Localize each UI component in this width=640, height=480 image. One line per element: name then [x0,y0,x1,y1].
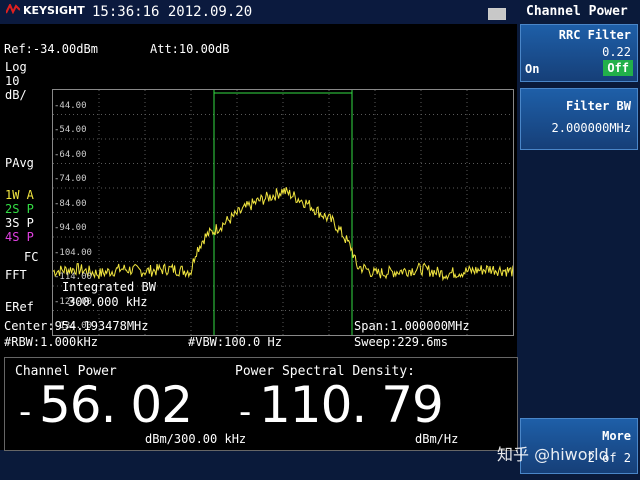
trace-4-label: 4S P [5,230,34,244]
attenuation: Att:10.00dB [150,42,230,56]
trace-1-label: 1W A [5,188,34,202]
datetime: 15:36:16 2012.09.20 [92,4,253,20]
vbw: #VBW:100.0 Hz [188,335,282,349]
integrated-bw-value: 300.000 kHz [68,295,148,309]
center-freq: Center:954.193478MHz [4,319,149,333]
eref-label: ERef [5,300,34,314]
panel-title: Channel Power [526,4,628,19]
keysight-wave-icon [5,2,21,17]
usb-icon [488,8,506,20]
rrc-filter-label: RRC Filter [558,28,631,42]
trace-3-label: 3S P [5,216,34,230]
detector: PAvg [5,156,34,170]
channel-power-unit: dBm/300.00 kHz [145,432,247,446]
y-tick-label: -44.00 [54,100,87,111]
channel-power-value: 56. 02 [39,376,193,434]
filter-bw-label: Filter BW [565,99,631,113]
filter-bw-button[interactable]: Filter BW 2.000000MHz [520,88,638,150]
psd-unit: dBm/Hz [415,432,459,446]
rrc-filter-value: 0.22 [602,45,631,59]
y-tick-label: -94.00 [54,223,87,233]
status-bar [0,452,520,480]
scale-value: 10 [5,74,20,88]
y-tick-label: -84.00 [54,198,87,209]
span: Span:1.000000MHz [354,319,470,333]
measurement-panel: Channel Power - 56. 02 dBm/300.00 kHz Po… [4,357,518,451]
trace-line-1 [53,187,513,282]
top-bar: KEYSIGHT 15:36:16 2012.09.20 [0,0,520,24]
rbw: #RBW:1.000kHz [4,335,98,349]
channel-power-sign: - [19,392,31,432]
watermark: 知乎 @hiworld [497,445,609,464]
softkey-panel: Channel Power RRC Filter 0.22 On Off Fil… [520,0,640,480]
rrc-off-option[interactable]: Off [603,60,633,76]
fc-label: FC [24,250,39,264]
y-tick-label: -74.00 [54,174,87,184]
filter-bw-value: 2.000000MHz [551,121,631,135]
y-tick-label: -54.00 [54,125,87,135]
rrc-on-option[interactable]: On [525,62,539,76]
integrated-bw-label: Integrated BW [62,280,156,294]
psd-value: 110. 79 [259,376,444,434]
psd-sign: - [239,392,251,432]
rrc-filter-button[interactable]: RRC Filter 0.22 On Off [520,24,638,82]
scale-type: Log [5,60,27,74]
brand-logo: KEYSIGHT [5,2,85,17]
ref-level: Ref:-34.00dBm [4,42,98,56]
y-tick-label: -104.00 [54,247,92,258]
trace-2-label: 2S P [5,202,34,216]
fft-label: FFT [5,268,27,282]
scale-unit: dB/ [5,88,27,102]
sweep: Sweep:229.6ms [354,335,448,349]
brand-name: KEYSIGHT [23,4,85,17]
y-tick-label: -64.00 [54,149,87,160]
